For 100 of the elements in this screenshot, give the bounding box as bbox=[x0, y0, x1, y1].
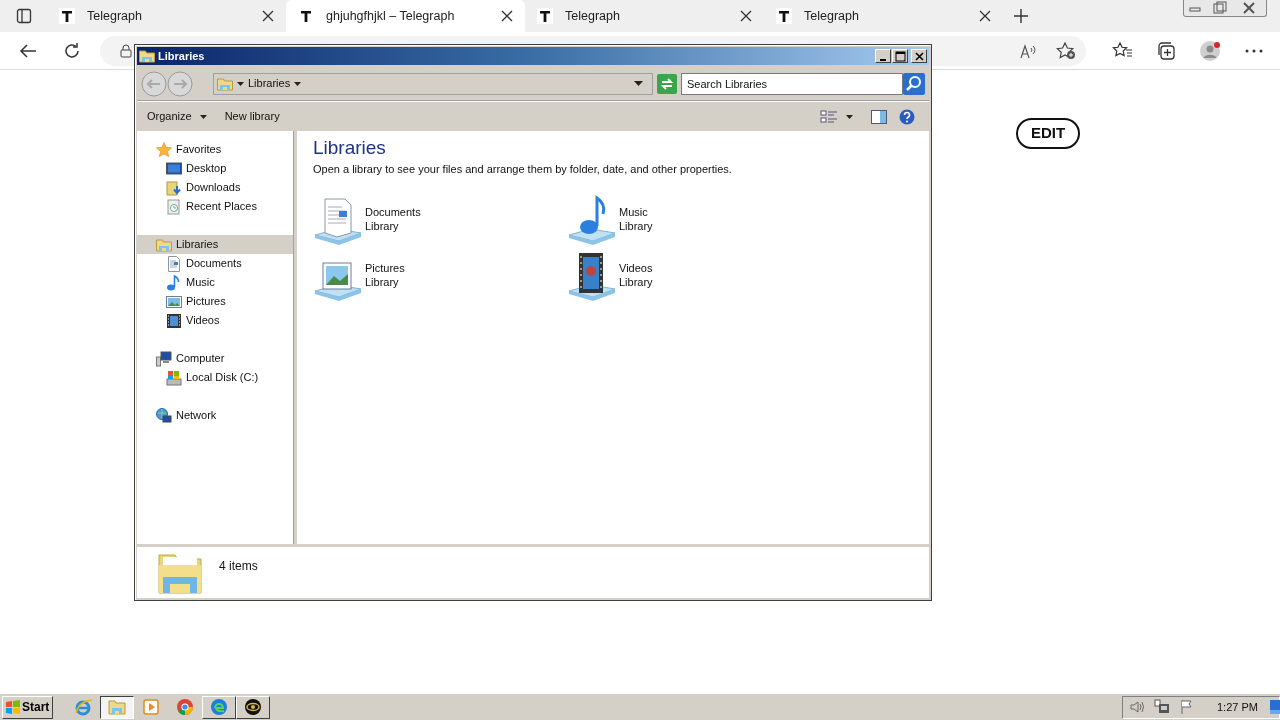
star-icon bbox=[156, 141, 172, 158]
globe-monitor-icon bbox=[156, 407, 172, 424]
nav-item[interactable]: Pictures bbox=[137, 292, 293, 311]
computer-icon bbox=[156, 350, 172, 367]
library-item[interactable]: Music Library bbox=[567, 194, 821, 245]
nav-item[interactable]: Downloads bbox=[137, 178, 293, 197]
eye-icon bbox=[244, 698, 262, 716]
refresh-icon[interactable] bbox=[63, 41, 81, 60]
library-type: Library bbox=[619, 274, 653, 289]
nav-item[interactable]: Libraries bbox=[137, 235, 293, 254]
edge-icon bbox=[210, 698, 228, 716]
dropdown-icon[interactable] bbox=[634, 81, 643, 86]
profile-icon[interactable] bbox=[1200, 40, 1220, 61]
speaker-icon[interactable] bbox=[1129, 699, 1146, 715]
monitor-icon bbox=[166, 160, 182, 177]
media-player-icon bbox=[142, 698, 160, 716]
library-item[interactable]: Pictures Library bbox=[313, 250, 567, 301]
network-icon[interactable] bbox=[1154, 699, 1171, 715]
library-name: Music bbox=[619, 204, 649, 219]
close-icon[interactable] bbox=[501, 10, 513, 22]
close-icon[interactable] bbox=[262, 10, 274, 22]
start-button[interactable]: Start bbox=[2, 695, 53, 719]
new-tab-icon[interactable] bbox=[1013, 8, 1029, 24]
caret-icon bbox=[237, 81, 244, 86]
item-count: 4 items bbox=[219, 558, 258, 575]
library-name: Documents bbox=[365, 204, 421, 219]
nav-item[interactable]: Desktop bbox=[137, 159, 293, 178]
close-icon[interactable] bbox=[912, 50, 926, 62]
folder-icon bbox=[217, 75, 233, 92]
picture-icon bbox=[166, 293, 182, 310]
tab-title: Telegraph bbox=[87, 7, 143, 25]
clock: 1:27 PM bbox=[1217, 699, 1258, 715]
toolbar-button[interactable]: New library bbox=[224, 108, 280, 125]
tab-title: ghjuhgfhjkl – Telegraph bbox=[326, 7, 456, 25]
browser-icon bbox=[74, 698, 92, 716]
folder-icon bbox=[108, 698, 126, 716]
window-controls[interactable] bbox=[1183, 0, 1267, 17]
nav-item[interactable]: Videos bbox=[137, 311, 293, 330]
document-icon bbox=[166, 255, 182, 272]
site-icon bbox=[537, 8, 553, 24]
nav-item[interactable]: Network bbox=[137, 406, 293, 425]
taskbar-button[interactable] bbox=[100, 695, 134, 719]
content-description: Open a library to see your files and arrange them by folder, date, and other properties. bbox=[313, 162, 733, 177]
close-icon[interactable] bbox=[740, 10, 752, 22]
music-note-icon bbox=[166, 274, 182, 291]
nav-item[interactable]: Recent Places bbox=[137, 197, 293, 216]
lock-icon bbox=[120, 43, 132, 58]
add-favorite-icon[interactable] bbox=[1056, 41, 1076, 60]
nav-label: Local Disk (C:) bbox=[186, 370, 259, 386]
nav-label: Desktop bbox=[186, 161, 227, 177]
nav-label: Favorites bbox=[176, 142, 222, 158]
nav-label: Documents bbox=[186, 256, 242, 272]
nav-item[interactable]: Documents bbox=[137, 254, 293, 273]
library-name: Pictures bbox=[365, 260, 405, 275]
folder-icon bbox=[156, 236, 172, 253]
site-icon bbox=[776, 8, 792, 24]
nav-label: Pictures bbox=[186, 294, 226, 310]
read-aloud-icon[interactable] bbox=[1020, 42, 1038, 59]
nav-label: Recent Places bbox=[186, 199, 257, 215]
window-title: Libraries bbox=[158, 48, 206, 64]
nav-label: Music bbox=[186, 275, 215, 291]
browser-tab[interactable]: ghjuhgfhjkl – Telegraph bbox=[286, 0, 525, 32]
back-icon[interactable] bbox=[19, 42, 37, 59]
library-type: Library bbox=[365, 218, 400, 233]
breadcrumb[interactable]: Libraries bbox=[248, 75, 291, 92]
library-name: Videos bbox=[619, 260, 653, 275]
chrome-icon bbox=[176, 698, 194, 716]
clock-document-icon bbox=[166, 198, 182, 215]
nav-item[interactable]: Local Disk (C:) bbox=[137, 368, 293, 387]
folder-icon bbox=[139, 48, 155, 64]
nav-item[interactable]: Computer bbox=[137, 349, 293, 368]
site-icon bbox=[298, 8, 314, 24]
close-icon[interactable] bbox=[979, 10, 991, 22]
library-item[interactable]: Videos Library bbox=[567, 250, 821, 301]
nav-label: Videos bbox=[186, 313, 220, 329]
drive-icon bbox=[166, 369, 182, 386]
film-icon bbox=[166, 312, 182, 329]
music-library-icon bbox=[567, 194, 617, 245]
library-type: Library bbox=[619, 218, 653, 233]
nav-item[interactable]: Favorites bbox=[137, 140, 293, 159]
library-item[interactable]: Documents Library bbox=[313, 194, 567, 245]
nav-label: Libraries bbox=[176, 237, 219, 253]
content-heading: Libraries bbox=[313, 137, 387, 159]
tab-actions-icon[interactable] bbox=[15, 8, 32, 24]
search-field[interactable]: Search Libraries bbox=[681, 72, 903, 95]
address-field[interactable]: Libraries bbox=[213, 72, 653, 95]
tab-title: Telegraph bbox=[565, 7, 621, 25]
view-options-icon[interactable] bbox=[820, 108, 838, 125]
nav-label: Network bbox=[176, 408, 217, 424]
toolbar-button[interactable]: Organize bbox=[147, 108, 207, 125]
maximize-icon[interactable] bbox=[893, 50, 907, 62]
search-icon[interactable] bbox=[903, 72, 925, 95]
help-icon[interactable] bbox=[899, 108, 915, 125]
caret-icon bbox=[294, 81, 302, 86]
nav-item[interactable]: Music bbox=[137, 273, 293, 292]
edit-button[interactable]: EDIT bbox=[1016, 118, 1080, 149]
caret-icon[interactable] bbox=[846, 114, 853, 119]
site-icon bbox=[59, 8, 75, 24]
collections-icon[interactable] bbox=[1156, 40, 1176, 61]
preview-pane-icon[interactable] bbox=[871, 109, 887, 124]
